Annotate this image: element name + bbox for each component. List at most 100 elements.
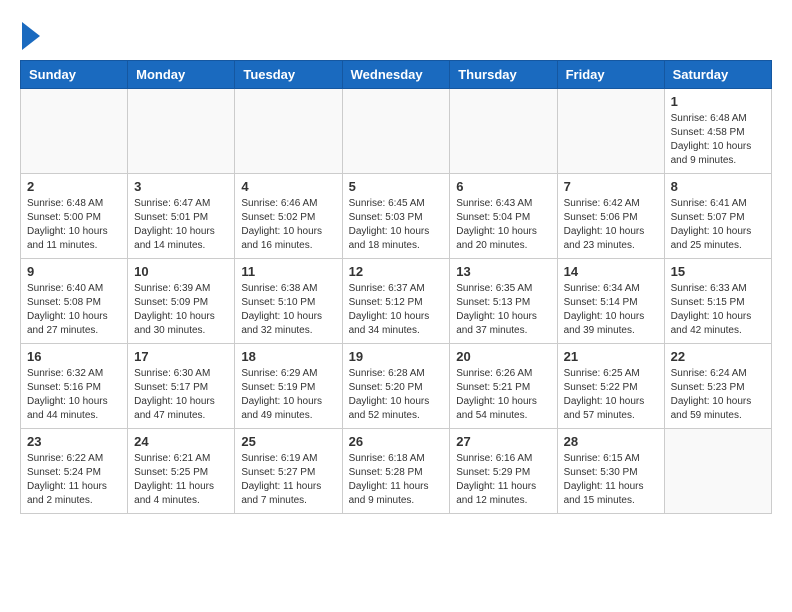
logo bbox=[20, 20, 40, 50]
day-number: 21 bbox=[564, 349, 658, 364]
day-info: Sunrise: 6:30 AM Sunset: 5:17 PM Dayligh… bbox=[134, 367, 228, 423]
calendar-cell: 9 Sunrise: 6:40 AM Sunset: 5:08 PM Daylig… bbox=[21, 259, 128, 344]
calendar-cell: 24 Sunrise: 6:21 AM Sunset: 5:25 PM Dayli… bbox=[128, 429, 235, 514]
calendar-cell bbox=[342, 89, 450, 174]
week-row-1: 1 Sunrise: 6:48 AM Sunset: 4:58 PM Daylig… bbox=[21, 89, 772, 174]
calendar-table: SundayMondayTuesdayWednesdayThursdayFrid… bbox=[20, 60, 772, 514]
day-info: Sunrise: 6:47 AM Sunset: 5:01 PM Dayligh… bbox=[134, 197, 228, 253]
calendar-cell bbox=[235, 89, 342, 174]
week-row-3: 9 Sunrise: 6:40 AM Sunset: 5:08 PM Daylig… bbox=[21, 259, 772, 344]
day-number: 18 bbox=[241, 349, 335, 364]
day-info: Sunrise: 6:41 AM Sunset: 5:07 PM Dayligh… bbox=[671, 197, 765, 253]
col-header-saturday: Saturday bbox=[664, 61, 771, 89]
calendar-cell: 4 Sunrise: 6:46 AM Sunset: 5:02 PM Daylig… bbox=[235, 174, 342, 259]
day-number: 5 bbox=[349, 179, 444, 194]
day-number: 14 bbox=[564, 264, 658, 279]
calendar-cell: 3 Sunrise: 6:47 AM Sunset: 5:01 PM Daylig… bbox=[128, 174, 235, 259]
day-info: Sunrise: 6:33 AM Sunset: 5:15 PM Dayligh… bbox=[671, 282, 765, 338]
day-info: Sunrise: 6:48 AM Sunset: 5:00 PM Dayligh… bbox=[27, 197, 121, 253]
day-number: 25 bbox=[241, 434, 335, 449]
col-header-sunday: Sunday bbox=[21, 61, 128, 89]
day-number: 24 bbox=[134, 434, 228, 449]
calendar-cell: 16 Sunrise: 6:32 AM Sunset: 5:16 PM Dayli… bbox=[21, 344, 128, 429]
page-header bbox=[20, 20, 772, 50]
col-header-monday: Monday bbox=[128, 61, 235, 89]
calendar-cell: 18 Sunrise: 6:29 AM Sunset: 5:19 PM Dayli… bbox=[235, 344, 342, 429]
calendar-cell: 11Sunrise: 6:38 AM Sunset: 5:10 PM Dayli… bbox=[235, 259, 342, 344]
calendar-cell: 1 Sunrise: 6:48 AM Sunset: 4:58 PM Daylig… bbox=[664, 89, 771, 174]
day-info: Sunrise: 6:25 AM Sunset: 5:22 PM Dayligh… bbox=[564, 367, 658, 423]
calendar-cell: 12 Sunrise: 6:37 AM Sunset: 5:12 PM Dayli… bbox=[342, 259, 450, 344]
calendar-cell: 7Sunrise: 6:42 AM Sunset: 5:06 PM Daylig… bbox=[557, 174, 664, 259]
day-info: Sunrise: 6:32 AM Sunset: 5:16 PM Dayligh… bbox=[27, 367, 121, 423]
day-info: Sunrise: 6:46 AM Sunset: 5:02 PM Dayligh… bbox=[241, 197, 335, 253]
day-info: Sunrise: 6:26 AM Sunset: 5:21 PM Dayligh… bbox=[456, 367, 550, 423]
calendar-cell: 8 Sunrise: 6:41 AM Sunset: 5:07 PM Daylig… bbox=[664, 174, 771, 259]
day-number: 17 bbox=[134, 349, 228, 364]
day-info: Sunrise: 6:45 AM Sunset: 5:03 PM Dayligh… bbox=[349, 197, 444, 253]
day-number: 6 bbox=[456, 179, 550, 194]
day-info: Sunrise: 6:29 AM Sunset: 5:19 PM Dayligh… bbox=[241, 367, 335, 423]
calendar-cell: 15 Sunrise: 6:33 AM Sunset: 5:15 PM Dayli… bbox=[664, 259, 771, 344]
calendar-cell: 14 Sunrise: 6:34 AM Sunset: 5:14 PM Dayli… bbox=[557, 259, 664, 344]
day-info: Sunrise: 6:16 AM Sunset: 5:29 PM Dayligh… bbox=[456, 452, 550, 508]
day-number: 13 bbox=[456, 264, 550, 279]
calendar-cell bbox=[21, 89, 128, 174]
week-row-2: 2 Sunrise: 6:48 AM Sunset: 5:00 PM Daylig… bbox=[21, 174, 772, 259]
week-row-4: 16 Sunrise: 6:32 AM Sunset: 5:16 PM Dayli… bbox=[21, 344, 772, 429]
day-number: 23 bbox=[27, 434, 121, 449]
calendar-cell: 6 Sunrise: 6:43 AM Sunset: 5:04 PM Daylig… bbox=[450, 174, 557, 259]
calendar-header-row: SundayMondayTuesdayWednesdayThursdayFrid… bbox=[21, 61, 772, 89]
day-number: 2 bbox=[27, 179, 121, 194]
day-number: 12 bbox=[349, 264, 444, 279]
col-header-friday: Friday bbox=[557, 61, 664, 89]
calendar-cell: 13 Sunrise: 6:35 AM Sunset: 5:13 PM Dayli… bbox=[450, 259, 557, 344]
col-header-thursday: Thursday bbox=[450, 61, 557, 89]
day-info: Sunrise: 6:42 AM Sunset: 5:06 PM Dayligh… bbox=[564, 197, 658, 253]
calendar-cell: 20Sunrise: 6:26 AM Sunset: 5:21 PM Dayli… bbox=[450, 344, 557, 429]
day-info: Sunrise: 6:39 AM Sunset: 5:09 PM Dayligh… bbox=[134, 282, 228, 338]
day-info: Sunrise: 6:37 AM Sunset: 5:12 PM Dayligh… bbox=[349, 282, 444, 338]
day-number: 4 bbox=[241, 179, 335, 194]
day-number: 15 bbox=[671, 264, 765, 279]
logo-arrow-icon bbox=[22, 22, 40, 50]
calendar-cell: 17 Sunrise: 6:30 AM Sunset: 5:17 PM Dayli… bbox=[128, 344, 235, 429]
calendar-cell bbox=[557, 89, 664, 174]
day-info: Sunrise: 6:43 AM Sunset: 5:04 PM Dayligh… bbox=[456, 197, 550, 253]
day-number: 19 bbox=[349, 349, 444, 364]
calendar-cell: 2 Sunrise: 6:48 AM Sunset: 5:00 PM Daylig… bbox=[21, 174, 128, 259]
day-info: Sunrise: 6:24 AM Sunset: 5:23 PM Dayligh… bbox=[671, 367, 765, 423]
calendar-cell: 25 Sunrise: 6:19 AM Sunset: 5:27 PM Dayli… bbox=[235, 429, 342, 514]
calendar-cell: 23 Sunrise: 6:22 AM Sunset: 5:24 PM Dayli… bbox=[21, 429, 128, 514]
day-info: Sunrise: 6:28 AM Sunset: 5:20 PM Dayligh… bbox=[349, 367, 444, 423]
calendar-cell: 10 Sunrise: 6:39 AM Sunset: 5:09 PM Dayli… bbox=[128, 259, 235, 344]
day-number: 11 bbox=[241, 264, 335, 279]
calendar-cell: 28 Sunrise: 6:15 AM Sunset: 5:30 PM Dayli… bbox=[557, 429, 664, 514]
calendar-cell: 27 Sunrise: 6:16 AM Sunset: 5:29 PM Dayli… bbox=[450, 429, 557, 514]
calendar-cell bbox=[128, 89, 235, 174]
day-number: 10 bbox=[134, 264, 228, 279]
day-number: 1 bbox=[671, 94, 765, 109]
day-number: 3 bbox=[134, 179, 228, 194]
day-number: 28 bbox=[564, 434, 658, 449]
calendar-cell: 22Sunrise: 6:24 AM Sunset: 5:23 PM Dayli… bbox=[664, 344, 771, 429]
calendar-cell bbox=[450, 89, 557, 174]
day-info: Sunrise: 6:35 AM Sunset: 5:13 PM Dayligh… bbox=[456, 282, 550, 338]
day-info: Sunrise: 6:22 AM Sunset: 5:24 PM Dayligh… bbox=[27, 452, 121, 508]
calendar-cell: 5 Sunrise: 6:45 AM Sunset: 5:03 PM Daylig… bbox=[342, 174, 450, 259]
week-row-5: 23 Sunrise: 6:22 AM Sunset: 5:24 PM Dayli… bbox=[21, 429, 772, 514]
calendar-cell bbox=[664, 429, 771, 514]
day-number: 16 bbox=[27, 349, 121, 364]
day-info: Sunrise: 6:19 AM Sunset: 5:27 PM Dayligh… bbox=[241, 452, 335, 508]
day-info: Sunrise: 6:48 AM Sunset: 4:58 PM Dayligh… bbox=[671, 112, 765, 168]
day-info: Sunrise: 6:40 AM Sunset: 5:08 PM Dayligh… bbox=[27, 282, 121, 338]
calendar-cell: 21 Sunrise: 6:25 AM Sunset: 5:22 PM Dayli… bbox=[557, 344, 664, 429]
calendar-cell: 26Sunrise: 6:18 AM Sunset: 5:28 PM Dayli… bbox=[342, 429, 450, 514]
day-info: Sunrise: 6:21 AM Sunset: 5:25 PM Dayligh… bbox=[134, 452, 228, 508]
day-number: 9 bbox=[27, 264, 121, 279]
day-number: 8 bbox=[671, 179, 765, 194]
col-header-wednesday: Wednesday bbox=[342, 61, 450, 89]
day-info: Sunrise: 6:34 AM Sunset: 5:14 PM Dayligh… bbox=[564, 282, 658, 338]
day-info: Sunrise: 6:15 AM Sunset: 5:30 PM Dayligh… bbox=[564, 452, 658, 508]
day-number: 27 bbox=[456, 434, 550, 449]
